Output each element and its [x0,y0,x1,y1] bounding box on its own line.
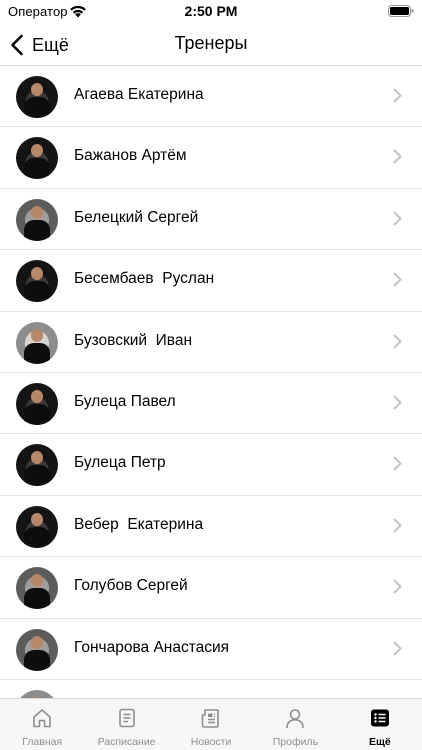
trainer-name: Булеца Петр [74,454,166,472]
chevron-right-icon [393,211,402,226]
chevron-right-icon [393,272,402,287]
tab-label: Расписание [97,736,156,748]
clock: 2:50 PM [184,3,238,19]
tab-label: Новости [190,736,232,748]
trainer-row[interactable] [0,680,422,698]
schedule-icon [118,708,135,728]
page-title: Тренеры [174,33,248,53]
tab-profile[interactable]: Профиль [253,699,337,750]
trainer-row[interactable]: Белецкий Сергей [0,189,422,251]
trainer-avatar [16,444,58,487]
chevron-right-icon [393,641,402,656]
chevron-right-icon [393,456,402,471]
trainer-row[interactable]: Гончарова Анастасия [0,619,422,680]
tab-more[interactable]: Ещё [338,699,422,750]
trainer-list: Агаева Екатерина Бажанов Артём Белецкий … [0,66,422,698]
chevron-right-icon [393,88,402,103]
trainer-name: Бажанов Артём [74,147,187,165]
trainer-name: Бесембаев Руслан [74,270,215,288]
trainer-name: Белецкий Сергей [74,208,199,226]
trainer-name: Гончарова Анастасия [74,638,230,656]
tab-home[interactable]: Главная [0,699,84,750]
trainer-name: Голубов Сергей [74,577,188,595]
tab-label: Ещё [368,736,391,748]
news-icon [201,709,219,728]
chevron-right-icon [393,395,402,410]
trainer-avatar [16,628,58,671]
trainer-row[interactable]: Бажанов Артём [0,127,422,189]
trainer-avatar [16,321,58,364]
trainer-row[interactable]: Голубов Сергей [0,557,422,619]
tab-label: Профиль [272,736,319,748]
chevron-right-icon [393,579,402,594]
trainer-row[interactable]: Булеца Петр [0,434,422,496]
trainer-row[interactable]: Вебер Екатерина [0,496,422,558]
tab-bar: Главная Расписание Новости Профиль Ещё [0,698,422,750]
profile-icon [286,709,305,729]
trainer-avatar [16,689,58,698]
trainer-avatar [16,382,58,425]
more-icon [370,709,389,727]
trainer-avatar [16,260,58,303]
screen: Оператор 2:50 PM Ещё Тренеры Агаева Екат… [0,0,422,750]
chevron-right-icon [393,334,402,349]
trainer-row[interactable]: Булеца Павел [0,373,422,435]
trainer-name: Агаева Екатерина [74,86,204,103]
trainer-row[interactable]: Бесембаев Руслан [0,250,422,312]
tab-schedule[interactable]: Расписание [84,699,168,750]
tab-news[interactable]: Новости [169,699,253,750]
chevron-right-icon [393,518,402,533]
home-icon [33,709,52,728]
trainer-avatar [16,137,58,180]
trainer-avatar [16,567,58,610]
trainer-avatar [16,198,58,241]
trainer-row[interactable]: Бузовский Иван [0,312,422,373]
tab-label: Главная [22,736,63,748]
trainer-avatar [16,76,58,118]
trainer-row[interactable]: Агаева Екатерина [0,66,422,128]
navigation-bar: Ещё Тренеры [0,24,422,66]
trainer-name: Булеца Павел [74,392,176,410]
status-bar: Оператор 2:50 PM [0,0,422,24]
trainer-name: Вебер Екатерина [74,515,204,533]
trainer-name: Бузовский Иван [74,331,193,349]
battery-icon [388,5,414,17]
chevron-right-icon [393,149,402,164]
trainer-avatar [16,505,58,548]
